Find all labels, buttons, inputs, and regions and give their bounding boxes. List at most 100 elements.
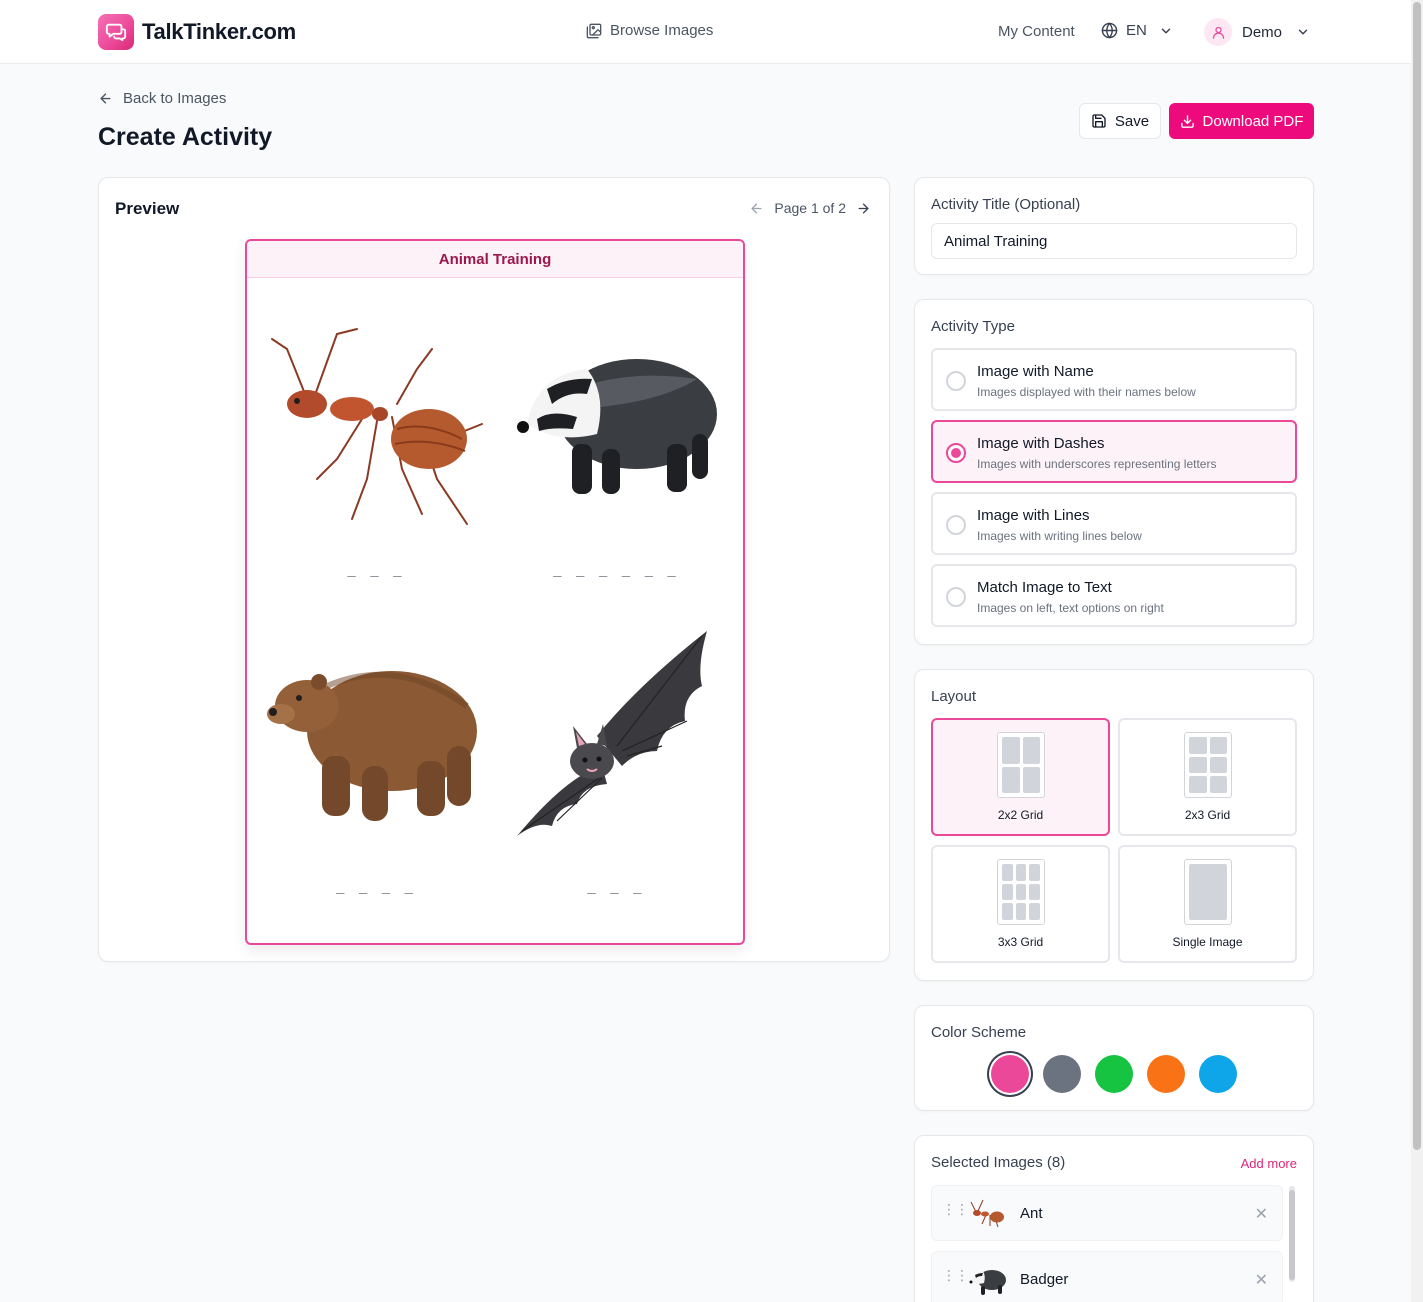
page-pager: Page 1 of 2 xyxy=(749,200,871,216)
arrow-left-icon xyxy=(100,93,111,104)
download-pdf-button[interactable]: Download PDF xyxy=(1169,103,1314,139)
images-list-scrollbar[interactable] xyxy=(1289,1186,1295,1282)
type-option-description: Images displayed with their names below xyxy=(977,385,1196,399)
type-option-image-with-name[interactable]: Image with Name Images displayed with th… xyxy=(931,348,1297,411)
layout-option-2x3-grid[interactable]: 2x3 Grid xyxy=(1118,718,1297,836)
drag-handle-icon[interactable]: ⋮⋮ xyxy=(942,1268,969,1282)
chevron-down-icon xyxy=(1298,29,1308,35)
activity-type-panel: Activity Type Image with Name Images dis… xyxy=(914,299,1314,645)
color-swatch-pink[interactable] xyxy=(991,1055,1029,1093)
user-avatar xyxy=(1204,18,1232,46)
worksheet-dashes: _ _ _ _ _ _ xyxy=(553,561,679,577)
layout-option-3x3-grid[interactable]: 3x3 Grid xyxy=(931,845,1110,963)
layout-option-label: 3x3 Grid xyxy=(997,935,1044,949)
type-option-name: Image with Dashes xyxy=(977,435,1105,452)
grid-2x2-icon xyxy=(997,732,1045,798)
color-swatch-orange[interactable] xyxy=(1147,1055,1185,1093)
color-swatch-gray[interactable] xyxy=(1043,1055,1081,1093)
browse-images-link[interactable]: Browse Images xyxy=(586,22,713,39)
user-icon xyxy=(1212,26,1224,39)
type-option-description: Images on left, text options on right xyxy=(977,601,1164,615)
page-indicator: Page 1 of 2 xyxy=(774,200,846,216)
type-option-name: Image with Lines xyxy=(977,507,1090,524)
preview-heading: Preview xyxy=(115,199,180,218)
brand-name: TalkTinker.com xyxy=(142,19,296,44)
grid-3x3-icon xyxy=(997,859,1045,925)
selected-images-panel: Selected Images (8) Add more ⋮⋮ Ant ✕ ⋮⋮… xyxy=(914,1135,1314,1302)
worksheet-dashes: _ _ _ _ xyxy=(335,878,416,894)
chevron-down-icon xyxy=(1161,28,1171,33)
worksheet-dashes: _ _ _ xyxy=(587,878,645,894)
language-code: EN xyxy=(1126,22,1147,39)
back-to-images-link[interactable]: Back to Images xyxy=(98,90,226,107)
layout-option-single-image[interactable]: Single Image xyxy=(1118,845,1297,963)
image-gallery-icon xyxy=(586,23,602,38)
radio-button[interactable] xyxy=(946,371,966,391)
selected-images-label: Selected Images (8) xyxy=(931,1154,1066,1171)
color-scheme-label: Color Scheme xyxy=(931,1024,1027,1041)
page-scrollbar[interactable] xyxy=(1411,0,1423,1302)
type-option-image-with-lines[interactable]: Image with Lines Images with writing lin… xyxy=(931,492,1297,555)
download-icon xyxy=(1180,114,1194,128)
layout-label: Layout xyxy=(931,688,977,705)
selected-image-row[interactable]: ⋮⋮ Badger ✕ xyxy=(931,1251,1283,1302)
type-option-match-image-to-text[interactable]: Match Image to Text Images on left, text… xyxy=(931,564,1297,627)
color-scheme-panel: Color Scheme xyxy=(914,1005,1314,1111)
radio-button[interactable] xyxy=(946,587,966,607)
activity-title-label: Activity Title (Optional) xyxy=(931,196,1081,213)
layout-option-label: 2x2 Grid xyxy=(997,808,1044,822)
globe-icon xyxy=(1101,22,1118,39)
preview-panel: Preview Page 1 of 2 Animal Training _ _ … xyxy=(98,177,890,962)
color-swatch-green[interactable] xyxy=(1095,1055,1133,1093)
language-selector[interactable]: EN xyxy=(1101,22,1173,39)
page-scrollbar-thumb[interactable] xyxy=(1413,2,1421,1150)
user-name: Demo xyxy=(1242,23,1283,41)
type-option-image-with-dashes[interactable]: Image with Dashes Images with underscore… xyxy=(931,420,1297,483)
top-nav: TalkTinker.com Browse Images My Content … xyxy=(0,0,1411,64)
add-more-link[interactable]: Add more xyxy=(1241,1156,1297,1171)
type-option-name: Image with Name xyxy=(977,363,1094,380)
save-button[interactable]: Save xyxy=(1079,103,1161,139)
layout-option-2x2-grid[interactable]: 2x2 Grid xyxy=(931,718,1110,836)
page-title: Create Activity xyxy=(98,123,273,151)
worksheet-page: Animal Training _ _ _ _ _ _ _ _ _ _ _ _ … xyxy=(245,239,745,945)
selected-image-name: Ant xyxy=(1020,1205,1043,1222)
badger-thumbnail xyxy=(969,1270,1006,1295)
ant-thumbnail xyxy=(970,1199,1004,1228)
drag-handle-icon[interactable]: ⋮⋮ xyxy=(942,1202,969,1216)
layout-option-label: 2x3 Grid xyxy=(1184,808,1231,822)
my-content-link[interactable]: My Content xyxy=(998,23,1075,40)
user-menu[interactable]: Demo xyxy=(1204,18,1310,46)
selected-image-name: Badger xyxy=(1020,1271,1069,1288)
brand-logo[interactable]: TalkTinker.com xyxy=(98,14,296,50)
type-option-description: Images with writing lines below xyxy=(977,529,1142,543)
layout-option-label: Single Image xyxy=(1172,935,1243,949)
next-page-icon[interactable] xyxy=(856,201,871,216)
ant-image xyxy=(271,328,483,525)
remove-icon[interactable]: ✕ xyxy=(1255,1270,1268,1290)
color-swatch-blue[interactable] xyxy=(1199,1055,1237,1093)
activity-title-input[interactable] xyxy=(931,223,1297,259)
activity-title-panel: Activity Title (Optional) xyxy=(914,177,1314,275)
radio-button[interactable] xyxy=(946,443,966,463)
worksheet-cell-ant: _ _ _ xyxy=(257,299,495,609)
layout-panel: Layout 2x2 Grid 2x3 Grid 3x3 Grid Single… xyxy=(914,669,1314,981)
worksheet-dashes: _ _ _ xyxy=(347,561,405,577)
single-image-icon xyxy=(1184,859,1232,925)
radio-button[interactable] xyxy=(946,515,966,535)
bat-image xyxy=(517,631,707,836)
remove-icon[interactable]: ✕ xyxy=(1255,1204,1268,1224)
worksheet-cell-bat: _ _ _ xyxy=(497,616,735,926)
activity-type-label: Activity Type xyxy=(931,318,1015,335)
type-option-description: Images with underscores representing let… xyxy=(977,457,1217,471)
worksheet-cell-badger: _ _ _ _ _ _ xyxy=(497,299,735,609)
selected-image-row[interactable]: ⋮⋮ Ant ✕ xyxy=(931,1185,1283,1241)
grid-2x3-icon xyxy=(1184,732,1232,798)
previous-page-icon[interactable] xyxy=(749,201,764,216)
worksheet-cell-bear: _ _ _ _ xyxy=(257,616,495,926)
back-label: Back to Images xyxy=(123,90,227,107)
worksheet-title: Animal Training xyxy=(247,241,743,278)
save-icon xyxy=(1092,114,1106,128)
type-option-name: Match Image to Text xyxy=(977,579,1112,596)
download-label: Download PDF xyxy=(1202,112,1304,130)
